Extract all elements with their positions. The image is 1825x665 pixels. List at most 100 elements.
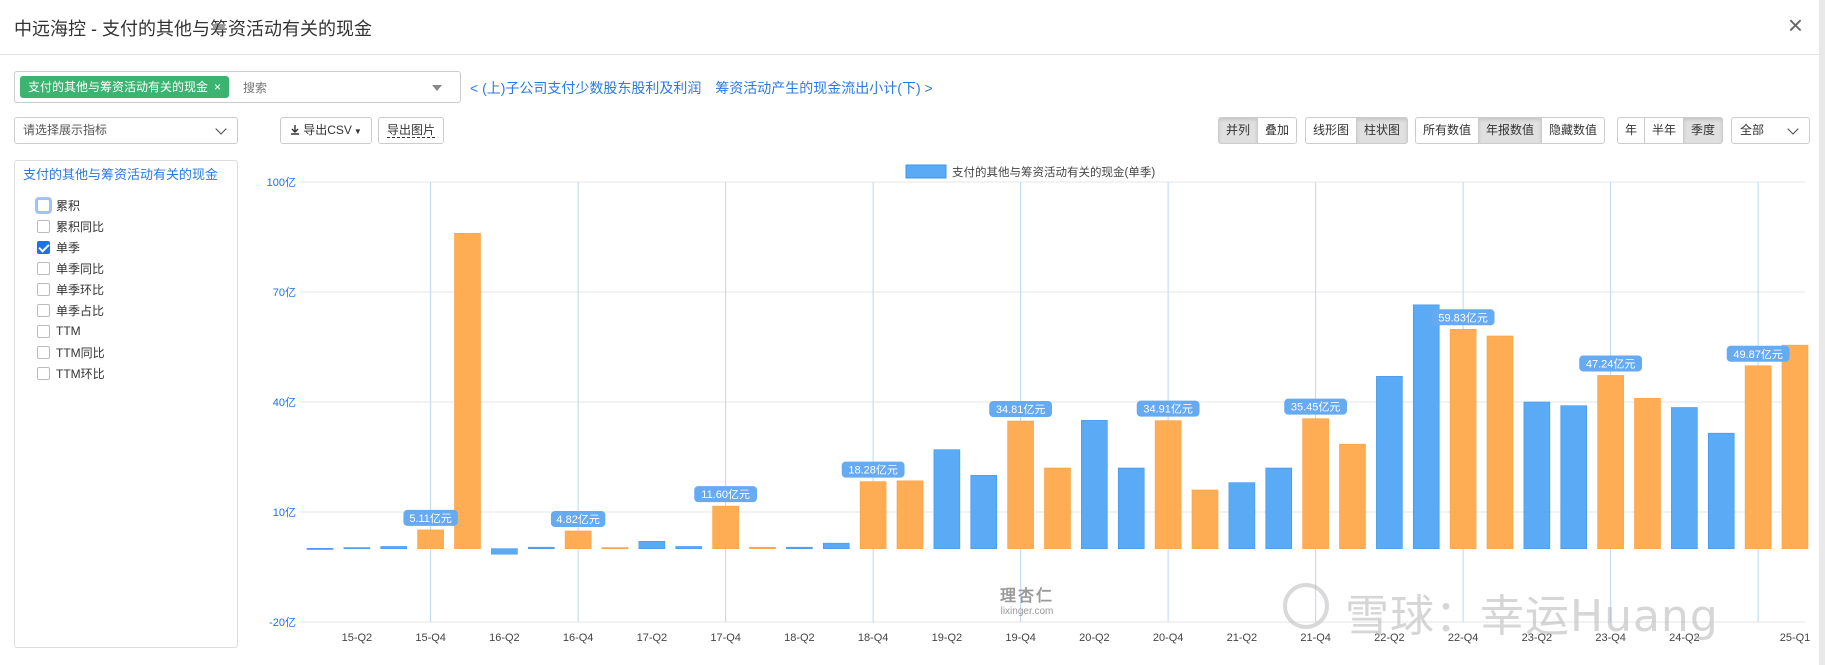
close-icon[interactable]: ×: [1788, 12, 1803, 38]
tag-remove-icon[interactable]: ×: [214, 80, 221, 94]
export-image-label: 导出图片: [386, 123, 435, 138]
chevron-down-icon: [1787, 123, 1799, 135]
selected-indicator-tag: 支付的其他与筹资活动有关的现金 ×: [20, 76, 230, 98]
export-csv-label: 导出CSV: [303, 123, 352, 137]
option-3[interactable]: 单季同比: [37, 260, 104, 276]
period-quarter-button[interactable]: 季度: [1683, 117, 1724, 144]
y-tick-label: -20亿: [269, 616, 296, 629]
period-toggle: 年 半年 季度: [1617, 117, 1724, 144]
option-5[interactable]: 单季占比: [37, 302, 104, 318]
chart-bar: [1117, 467, 1145, 549]
chart-bar: [564, 530, 592, 549]
chart-bar: [712, 505, 739, 549]
chart-bar: [1449, 328, 1477, 549]
chart-bar: [675, 546, 703, 549]
y-tick-label: 70亿: [273, 286, 296, 299]
hide-values-button[interactable]: 隐藏数值: [1541, 117, 1606, 144]
chart-bar: [970, 475, 998, 549]
layout-parallel-button[interactable]: 并列: [1218, 117, 1259, 144]
chart-bar: [859, 481, 887, 549]
export-csv-button[interactable]: 导出CSV ▼: [280, 117, 372, 144]
option-checkbox[interactable]: [37, 282, 50, 296]
layout-toggle: 并列 叠加: [1218, 117, 1298, 144]
x-tick-label: 15-Q2: [342, 632, 373, 644]
x-tick-label: 16-Q4: [563, 632, 594, 644]
option-label: TTM同比: [56, 345, 105, 360]
line-chart-button[interactable]: 线形图: [1305, 117, 1358, 144]
chart-bar: [1376, 376, 1403, 549]
chart-bar: [1007, 420, 1034, 549]
option-4[interactable]: 单季环比: [37, 281, 104, 297]
chart-bar: [1228, 482, 1256, 549]
next-indicator-link[interactable]: 筹资活动产生的现金流出小计(下) >: [715, 80, 932, 96]
option-checkbox[interactable]: [37, 324, 50, 338]
bar-chart-button[interactable]: 柱状图: [1356, 117, 1409, 144]
brand-name: 理杏仁: [1000, 588, 1055, 605]
x-tick-label: 20-Q2: [1079, 632, 1110, 644]
option-label: 单季: [56, 240, 81, 255]
indicator-multiselect[interactable]: 支付的其他与筹资活动有关的现金 ×: [14, 71, 461, 103]
x-tick-label: 17-Q2: [637, 632, 668, 644]
chart-bar: [1081, 420, 1108, 549]
option-checkbox[interactable]: [37, 219, 50, 233]
chart-bar: [1744, 365, 1772, 549]
annual-values-button[interactable]: 年报数值: [1478, 117, 1543, 144]
y-tick-label: 40亿: [273, 396, 296, 409]
chart-bar: [491, 548, 518, 555]
legend-swatch: [905, 164, 947, 179]
chart-bar: [896, 480, 924, 549]
indicator-display-select[interactable]: 请选择展示指标: [14, 117, 238, 144]
chart-bar: [1154, 420, 1182, 549]
y-tick-label: 100亿: [267, 176, 296, 189]
data-label: 34.91亿元: [1143, 403, 1193, 416]
chart-bar: [343, 547, 371, 550]
dialog-title: 中远海控 - 支付的其他与筹资活动有关的现金: [14, 19, 372, 39]
option-checkbox[interactable]: [37, 261, 50, 275]
option-label: 单季占比: [56, 303, 105, 318]
chart-bar: [417, 529, 444, 549]
option-label: 单季同比: [56, 261, 105, 276]
indicator-display-label: 请选择展示指标: [23, 123, 108, 137]
all-values-button[interactable]: 所有数值: [1415, 117, 1480, 144]
search-input[interactable]: [243, 78, 433, 98]
brand-url: lixinger.com: [1000, 606, 1054, 617]
data-label: 49.87亿元: [1733, 348, 1783, 361]
range-select-label: 全部: [1740, 123, 1765, 137]
x-tick-label: 20-Q4: [1153, 632, 1184, 644]
chart-bar: [306, 547, 334, 550]
data-label: 59.83亿元: [1438, 311, 1488, 324]
legend-label: 支付的其他与筹资活动有关的现金(单季): [952, 165, 1155, 179]
option-checkbox[interactable]: [37, 345, 50, 359]
option-checkbox[interactable]: [37, 240, 50, 254]
x-tick-label: 18-Q2: [784, 632, 815, 644]
x-tick-label: 19-Q2: [932, 632, 963, 644]
range-select[interactable]: 全部: [1731, 117, 1810, 144]
chart-bar: [1707, 432, 1735, 549]
dialog-header: 中远海控 - 支付的其他与筹资活动有关的现金 ×: [0, 0, 1825, 55]
period-halfyear-button[interactable]: 半年: [1644, 117, 1685, 144]
tag-label: 支付的其他与筹资活动有关的现金: [28, 80, 209, 94]
caret-down-icon[interactable]: [432, 85, 442, 91]
chart-bar: [1265, 467, 1293, 549]
period-year-button[interactable]: 年: [1617, 117, 1646, 144]
option-checkbox[interactable]: [37, 303, 50, 317]
export-image-button[interactable]: 导出图片: [378, 117, 444, 144]
option-label: 累积: [56, 198, 81, 213]
related-indicators: < (上)子公司支付少数股东股利及利润 筹资活动产生的现金流出小计(下) >: [470, 78, 943, 98]
modal-dialog: 中远海控 - 支付的其他与筹资活动有关的现金 × 支付的其他与筹资活动有关的现金…: [0, 0, 1825, 665]
option-7[interactable]: TTM同比: [37, 344, 105, 360]
panel-title: 支付的其他与筹资活动有关的现金: [23, 167, 219, 182]
option-8[interactable]: TTM环比: [37, 365, 105, 381]
prev-indicator-link[interactable]: < (上)子公司支付少数股东股利及利润: [470, 80, 701, 96]
option-checkbox[interactable]: [37, 366, 50, 380]
option-1[interactable]: 累积同比: [37, 218, 104, 234]
x-tick-label: 18-Q4: [858, 632, 889, 644]
option-checkbox[interactable]: [37, 198, 50, 212]
chart-bar: [1597, 375, 1624, 549]
option-2[interactable]: 单季: [37, 239, 80, 255]
x-tick-label: 21-Q4: [1300, 632, 1331, 644]
option-0[interactable]: 累积: [37, 197, 80, 213]
option-6[interactable]: TTM: [37, 323, 81, 339]
option-label: 单季环比: [56, 282, 105, 297]
layout-stack-button[interactable]: 叠加: [1257, 117, 1298, 144]
